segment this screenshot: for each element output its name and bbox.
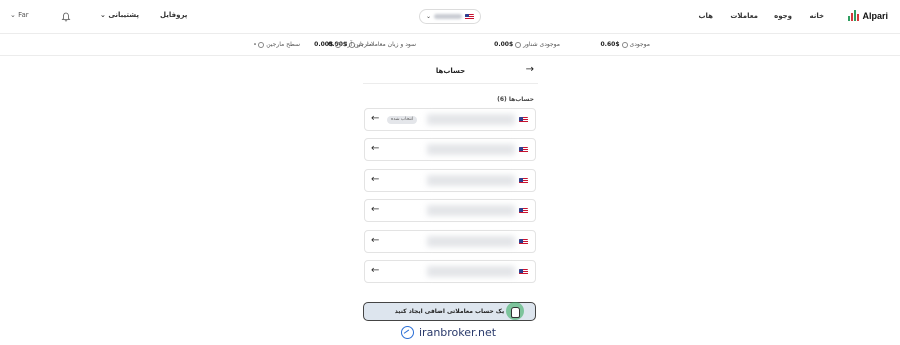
arrow-left-icon: ←: [371, 265, 380, 276]
nav-hub[interactable]: هاب: [698, 12, 713, 20]
arrow-left-icon: ←: [371, 204, 380, 215]
account-number-redacted: [427, 236, 515, 247]
account-row[interactable]: ←: [364, 260, 536, 283]
stat-balance: موجودی$0.60: [600, 41, 651, 48]
selected-badge: انتخاب شده: [387, 116, 418, 124]
language-selector[interactable]: ⌄ Far: [10, 11, 29, 19]
arrow-left-icon: ←: [371, 143, 380, 154]
account-row[interactable]: ←: [364, 169, 536, 192]
account-number-redacted: [427, 114, 515, 125]
us-flag-icon: [519, 117, 528, 123]
accounts-panel: حساب‌ها → حساب‌ها (6) انتخاب شده ← ← ← ←…: [363, 58, 538, 283]
arrow-left-icon: ←: [371, 113, 380, 124]
top-bar: Alpari خانه وجوه معاملات هاب ⌄ پروفایل ⌄…: [0, 0, 900, 34]
account-number-redacted: [427, 175, 515, 186]
us-flag-icon: [519, 178, 528, 184]
info-icon[interactable]: [515, 41, 522, 48]
arrow-left-icon: ←: [371, 235, 380, 246]
account-row[interactable]: انتخاب شده ←: [364, 108, 536, 131]
nav-funds[interactable]: وجوه: [774, 12, 792, 20]
click-cursor-icon: [506, 302, 524, 320]
support-label: پشتیبانی: [108, 11, 139, 19]
chevron-down-icon: ⌄: [100, 11, 106, 19]
panel-title: حساب‌ها: [435, 67, 466, 75]
stat-free-margin: مارجین آزاد$0.00: [314, 41, 372, 48]
us-flag-icon: [519, 147, 528, 153]
info-icon[interactable]: [335, 41, 342, 48]
language-label: Far: [18, 11, 29, 19]
logo-bars-icon: [848, 10, 860, 21]
account-number-redacted: [434, 14, 463, 19]
account-number-redacted: [427, 266, 515, 277]
info-icon[interactable]: [258, 41, 265, 48]
iranbroker-logo-icon: [401, 326, 414, 339]
chevron-down-icon: ⌄: [426, 13, 432, 20]
support-menu[interactable]: ⌄ پشتیبانی: [100, 11, 139, 19]
logo-text: Alpari: [862, 10, 888, 21]
account-stats-bar: موجودی$0.60 موجودی شناور$0.00 سود و زیان…: [0, 34, 900, 56]
chevron-down-icon: ⌄: [10, 11, 16, 19]
account-row[interactable]: ←: [364, 230, 536, 253]
nav-home[interactable]: خانه: [809, 12, 824, 20]
watermark: iranbroker.net: [401, 326, 496, 339]
info-icon[interactable]: [621, 41, 628, 48]
us-flag-icon: [465, 13, 474, 20]
alpari-logo[interactable]: Alpari: [848, 10, 888, 21]
watermark-text: iranbroker.net: [419, 326, 497, 339]
account-row[interactable]: ←: [364, 138, 536, 161]
account-number-redacted: [427, 205, 515, 216]
us-flag-icon: [519, 239, 528, 245]
panel-header: حساب‌ها →: [363, 58, 538, 84]
back-arrow-icon[interactable]: →: [526, 64, 534, 75]
us-flag-icon: [519, 269, 528, 275]
arrow-left-icon: ←: [371, 174, 380, 185]
bell-icon[interactable]: [61, 12, 71, 22]
account-selector[interactable]: ⌄: [419, 9, 481, 24]
account-number-redacted: [427, 144, 515, 155]
profile-menu[interactable]: پروفایل: [160, 11, 187, 19]
us-flag-icon: [519, 208, 528, 214]
stat-floating-balance: موجودی شناور$0.00: [494, 41, 560, 48]
account-row[interactable]: ←: [364, 199, 536, 222]
stat-margin-level: سطح مارجین-: [253, 41, 300, 48]
accounts-count-label: حساب‌ها (6): [497, 96, 534, 103]
nav-trades[interactable]: معاملات: [730, 12, 758, 20]
